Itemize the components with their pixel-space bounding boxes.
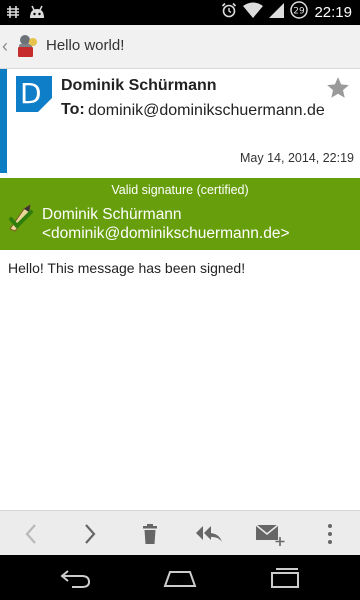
reply-all-icon[interactable] [195, 519, 225, 549]
message-date: May 14, 2014, 22:19 [240, 151, 354, 165]
back-icon[interactable] [55, 565, 95, 591]
wifi-icon [243, 2, 264, 23]
message-body: Hello! This message has been signed! [8, 260, 246, 276]
to-address[interactable]: dominik@dominikschuermann.de [88, 101, 328, 120]
signature-status: Valid signature (certified) [111, 183, 249, 197]
battery-level: 29 [294, 7, 306, 17]
notification-icon [6, 5, 20, 24]
star-icon[interactable] [325, 75, 351, 101]
battery-icon: 29 [290, 1, 309, 24]
alarm-icon [221, 2, 237, 23]
signature-status-box[interactable]: Valid signature (certified) Dominik Schü… [0, 178, 360, 250]
header-accent-bar [0, 69, 7, 173]
page-title: Hello world! [46, 37, 125, 54]
avatar[interactable]: D [16, 76, 52, 112]
overflow-menu-icon[interactable] [315, 519, 345, 549]
signature-user-email: <dominik@dominikschuermann.de> [42, 225, 290, 242]
signal-icon [269, 2, 285, 23]
to-label: To: [61, 101, 85, 118]
signature-user-name: Dominik Schürmann [42, 206, 182, 223]
compose-icon[interactable] [255, 519, 285, 549]
signature-user: Dominik Schürmann <dominik@dominikschuer… [42, 205, 290, 243]
clock: 22:19 [314, 4, 352, 21]
action-bar: ‹ Hello world! [0, 25, 360, 69]
home-icon[interactable] [160, 565, 200, 591]
status-bar: 29 22:19 [0, 0, 360, 25]
signature-valid-icon [6, 203, 36, 233]
message-header: D Dominik Schürmann To: dominik@dominiks… [0, 69, 360, 173]
previous-icon[interactable] [16, 519, 46, 549]
avatar-corner [38, 98, 52, 112]
app-icon[interactable] [14, 33, 40, 59]
delete-icon[interactable] [135, 519, 165, 549]
sender-name: Dominik Schürmann [61, 77, 217, 94]
up-caret-icon[interactable]: ‹ [2, 37, 8, 55]
navigation-bar [0, 555, 360, 600]
recents-icon[interactable] [265, 565, 305, 591]
next-icon[interactable] [75, 519, 105, 549]
bottom-toolbar [0, 510, 360, 556]
android-icon [28, 4, 46, 25]
